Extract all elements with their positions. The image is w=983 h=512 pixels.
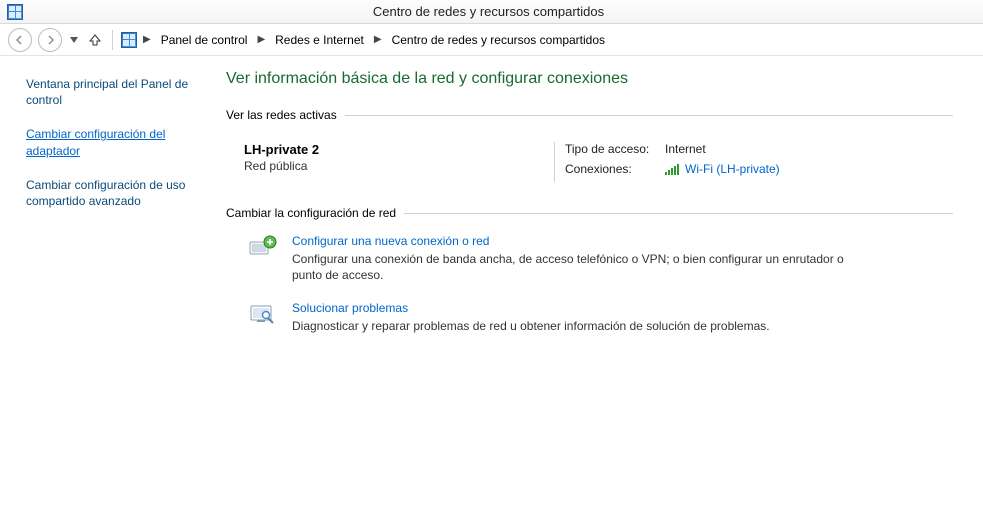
config-option-troubleshoot[interactable]: Solucionar problemas Diagnosticar y repa… [248,301,953,334]
config-options: Configurar una nueva conexión o red Conf… [226,234,953,335]
network-details: Tipo de acceso: Internet Conexiones: Wi-… [565,142,780,182]
forward-button[interactable] [38,28,62,52]
chevron-right-icon[interactable]: ▶ [372,34,384,45]
change-config-header: Cambiar la configuración de red [226,206,953,220]
change-config-label: Cambiar la configuración de red [226,206,396,220]
sidebar-item-adapter-settings[interactable]: Cambiar configuración del adaptador [26,126,202,158]
breadcrumb-item[interactable]: Panel de control [157,31,252,49]
chevron-right-icon[interactable]: ▶ [141,34,153,45]
control-panel-icon[interactable] [121,32,137,48]
config-option-title: Configurar una nueva conexión o red [292,234,852,248]
main-panel: Ver información básica de la red y confi… [208,56,983,363]
breadcrumb: ▶ Panel de control ▶ Redes e Internet ▶ … [121,31,609,49]
config-option-new-connection[interactable]: Configurar una nueva conexión o red Conf… [248,234,953,283]
content-area: Ventana principal del Panel de control C… [0,56,983,363]
sidebar-item-advanced-sharing[interactable]: Cambiar configuración de uso compartido … [26,177,202,209]
config-option-title: Solucionar problemas [292,301,770,315]
vertical-divider [554,142,555,182]
nav-separator [112,30,113,50]
config-option-desc: Diagnosticar y reparar problemas de red … [292,318,770,334]
connection-link-label: Wi-Fi (LH-private) [685,162,780,176]
history-dropdown-icon[interactable] [68,37,80,43]
up-button[interactable] [86,31,104,49]
sidebar-item-main-window[interactable]: Ventana principal del Panel de control [26,76,202,108]
back-button[interactable] [8,28,32,52]
active-network-row: LH-private 2 Red pública Tipo de acceso:… [226,136,953,206]
breadcrumb-item[interactable]: Centro de redes y recursos compartidos [388,31,609,49]
chevron-right-icon[interactable]: ▶ [255,34,267,45]
divider [404,213,953,214]
breadcrumb-item[interactable]: Redes e Internet [271,31,368,49]
divider [345,115,953,116]
sidebar: Ventana principal del Panel de control C… [0,56,208,363]
active-networks-header: Ver las redes activas [226,108,953,122]
config-option-desc: Configurar una conexión de banda ancha, … [292,251,852,283]
navigation-bar: ▶ Panel de control ▶ Redes e Internet ▶ … [0,24,983,56]
connection-link[interactable]: Wi-Fi (LH-private) [665,162,780,176]
control-panel-icon [6,3,24,21]
troubleshoot-icon [248,301,280,329]
window-title: Centro de redes y recursos compartidos [24,4,983,19]
page-title: Ver información básica de la red y confi… [226,70,953,88]
access-type-value: Internet [665,142,706,156]
active-networks-label: Ver las redes activas [226,108,337,122]
window-titlebar: Centro de redes y recursos compartidos [0,0,983,24]
network-info: LH-private 2 Red pública [244,142,544,182]
network-name: LH-private 2 [244,142,544,157]
wifi-signal-icon [665,163,679,175]
connections-label: Conexiones: [565,162,665,176]
access-type-label: Tipo de acceso: [565,142,665,156]
new-connection-icon [248,234,280,262]
network-type: Red pública [244,159,544,173]
